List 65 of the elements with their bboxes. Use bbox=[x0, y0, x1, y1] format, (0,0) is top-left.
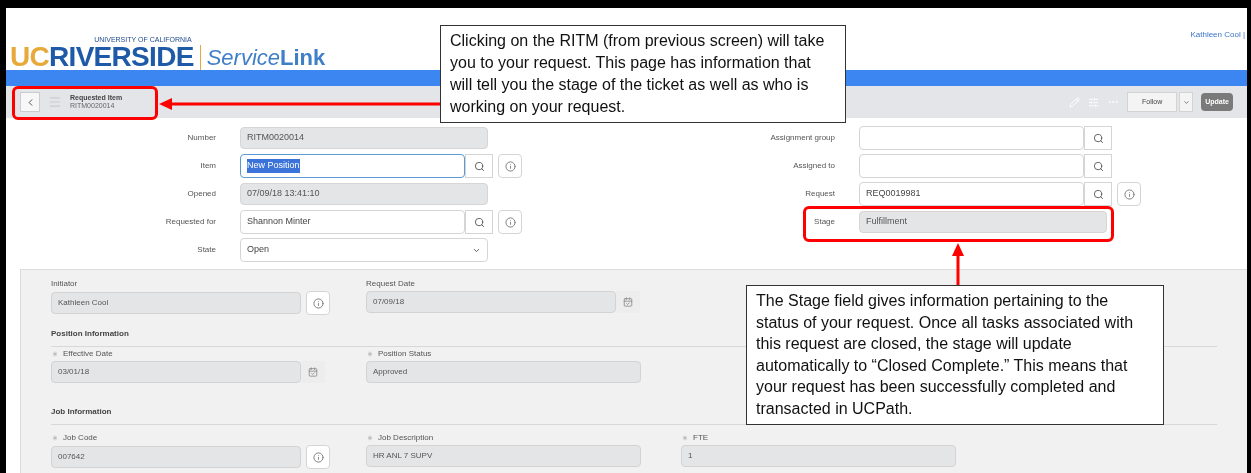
back-button[interactable] bbox=[20, 92, 40, 112]
state-select[interactable]: Open bbox=[240, 238, 488, 262]
field-label: Effective Date bbox=[63, 348, 113, 360]
field-label: Assignment group bbox=[769, 132, 835, 144]
field-label: Initiator bbox=[51, 278, 78, 290]
readonly-field[interactable]: Approved bbox=[366, 361, 641, 383]
section-heading: Job Information bbox=[51, 407, 112, 416]
info-icon bbox=[312, 451, 324, 463]
readonly-field[interactable]: 1 bbox=[681, 445, 956, 467]
info-icon bbox=[504, 216, 516, 228]
field-label: Assigned to bbox=[792, 160, 835, 172]
search-button[interactable] bbox=[1084, 126, 1112, 150]
follow-menu-button[interactable] bbox=[1179, 92, 1194, 112]
lookup-field[interactable]: New Position bbox=[240, 154, 465, 178]
logo-wordmark: UCRIVERSIDE bbox=[10, 43, 194, 71]
search-icon bbox=[473, 160, 485, 172]
readonly-field[interactable]: 07/09/18 bbox=[366, 291, 616, 313]
search-icon bbox=[1092, 160, 1104, 172]
info-button[interactable] bbox=[498, 210, 522, 234]
search-icon bbox=[473, 216, 485, 228]
info-button[interactable] bbox=[306, 445, 330, 469]
field-label: Job Description bbox=[378, 432, 434, 444]
calendar-icon bbox=[308, 367, 318, 377]
field-label: FTE bbox=[693, 432, 709, 444]
search-button[interactable] bbox=[465, 210, 493, 234]
info-button[interactable] bbox=[1117, 182, 1141, 206]
search-button[interactable] bbox=[1084, 154, 1112, 178]
search-icon bbox=[1092, 188, 1104, 200]
readonly-field[interactable]: 03/01/18 bbox=[51, 361, 301, 383]
callout-note: Clicking on the RITM (from previous screen) will take you to your request. This page has information that will tell you the stage of the ticket as well as who is working on your request. bbox=[440, 25, 846, 123]
field-label: Request bbox=[804, 188, 835, 200]
calendar-icon bbox=[623, 297, 633, 307]
readonly-field[interactable]: RITM0020014 bbox=[240, 127, 488, 149]
callout-note: The Stage field gives information pertaining to the status of your request. Once all tasks associated with this request are closed, the stage will update automatically to “Closed Complete.” This means that your request has been successfully completed and transacted in UCPath. bbox=[746, 285, 1164, 425]
field-label: Requested for bbox=[164, 216, 216, 228]
info-icon bbox=[504, 160, 516, 172]
info-icon bbox=[1123, 188, 1135, 200]
readonly-field[interactable]: Kathleen Cool bbox=[51, 292, 301, 314]
lookup-field[interactable]: Shannon Minter bbox=[240, 210, 465, 234]
field-label: Job Code bbox=[63, 432, 98, 444]
calendar-button[interactable] bbox=[616, 291, 640, 313]
lookup-field[interactable] bbox=[859, 126, 1084, 150]
info-icon bbox=[312, 297, 324, 309]
info-button[interactable] bbox=[498, 154, 522, 178]
search-icon bbox=[1092, 132, 1104, 144]
search-button[interactable] bbox=[465, 154, 493, 178]
user-link[interactable]: Kathleen Cool | bbox=[1190, 29, 1245, 41]
field-label: Request Date bbox=[366, 278, 415, 290]
section-heading: Position Information bbox=[51, 329, 129, 338]
caret-icon bbox=[1182, 98, 1190, 106]
lookup-field[interactable] bbox=[859, 154, 1084, 178]
info-button[interactable] bbox=[306, 291, 330, 315]
readonly-field[interactable]: 07/09/18 13:41:10 bbox=[240, 183, 488, 205]
calendar-button[interactable] bbox=[301, 361, 325, 383]
lookup-field[interactable]: REQ0019981 bbox=[859, 182, 1084, 206]
pointer-arrow bbox=[951, 243, 965, 285]
product-name: ServiceLink bbox=[206, 45, 326, 71]
sliders-icon[interactable] bbox=[1088, 96, 1100, 108]
readonly-field[interactable]: HR ANL 7 SUPV bbox=[366, 445, 641, 467]
field-label: Stage bbox=[813, 216, 835, 228]
search-button[interactable] bbox=[1084, 182, 1112, 206]
readonly-field[interactable]: 007642 bbox=[51, 446, 301, 468]
readonly-field[interactable]: Fulfillment bbox=[859, 211, 1107, 233]
field-label: Position Status bbox=[378, 348, 432, 360]
field-label: Opened bbox=[186, 188, 216, 200]
